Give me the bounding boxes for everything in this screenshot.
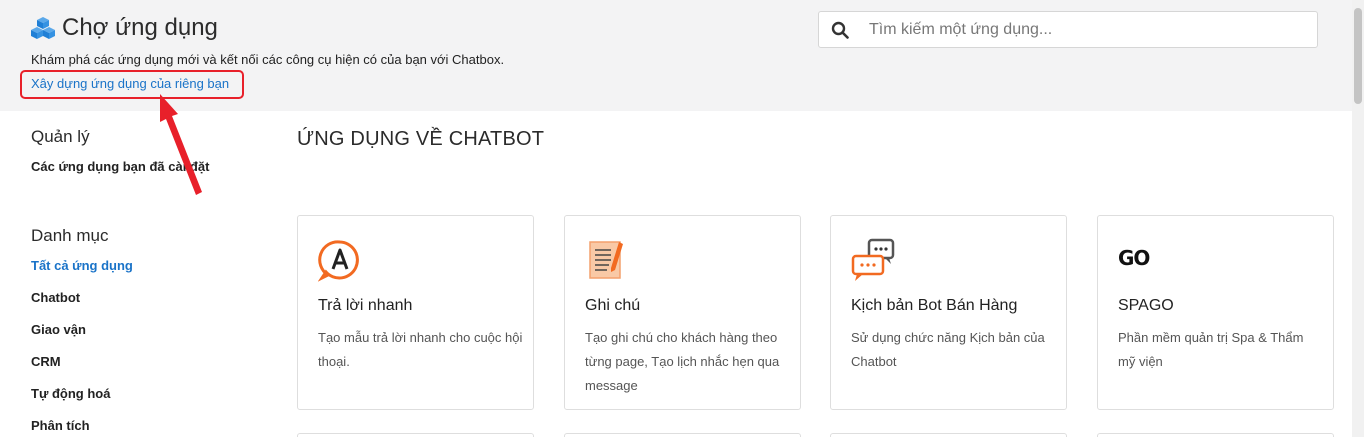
app-name: SPAGO: [1118, 297, 1174, 314]
spago-logo-text: GO: [1118, 246, 1150, 270]
scrollbar[interactable]: [1352, 0, 1364, 437]
manage-heading: Quản lý: [31, 127, 90, 146]
search-icon: [831, 21, 849, 39]
sidebar-item-crm[interactable]: CRM: [31, 354, 61, 369]
app-description: Sử dụng chức năng Kịch bản của Chatbot: [851, 330, 1045, 369]
note-icon: [585, 238, 629, 282]
app-card-quick-reply[interactable]: Trả lời nhanh Tạo mẫu trả lời nhanh cho …: [297, 215, 534, 410]
sidebar-item-chatbot[interactable]: Chatbot: [31, 290, 80, 305]
search-box[interactable]: [818, 11, 1318, 48]
section-title: ỨNG DỤNG VỀ CHATBOT: [297, 128, 545, 150]
page-subtitle: Khám phá các ứng dụng mới và kết nối các…: [31, 52, 505, 67]
category-heading: Danh mục: [31, 226, 109, 245]
app-card-notes[interactable]: Ghi chú Tạo ghi chú cho khách hàng theo …: [564, 215, 801, 410]
app-description: Tạo ghi chú cho khách hàng theo từng pag…: [585, 330, 780, 393]
sidebar-item-all-apps[interactable]: Tất cả ứng dụng: [31, 258, 133, 273]
app-card-spago[interactable]: GO SPAGO Phần mềm quản trị Spa & Thẩm mỹ…: [1097, 215, 1334, 410]
scrollbar-thumb[interactable]: [1354, 8, 1362, 104]
title-row: Chợ ứng dụng: [31, 14, 218, 42]
app-card[interactable]: [564, 433, 801, 437]
quick-reply-icon: [317, 238, 362, 282]
app-name: Kịch bản Bot Bán Hàng: [851, 297, 1018, 314]
app-card[interactable]: [1097, 433, 1334, 437]
app-description: Phần mềm quản trị Spa & Thẩm mỹ viện: [1118, 330, 1304, 369]
sidebar-item-analytics[interactable]: Phân tích: [31, 418, 90, 433]
app-card[interactable]: [830, 433, 1067, 437]
app-card[interactable]: [297, 433, 534, 437]
app-card-sales-bot-script[interactable]: Kịch bản Bot Bán Hàng Sử dụng chức năng …: [830, 215, 1067, 410]
build-own-app-link[interactable]: Xây dựng ứng dụng của riêng bạn: [31, 76, 229, 91]
sidebar-item-automation[interactable]: Tự động hoá: [31, 386, 110, 401]
app-name: Trả lời nhanh: [318, 297, 413, 314]
chat-bubbles-icon: [851, 238, 895, 282]
app-description: Tạo mẫu trả lời nhanh cho cuộc hội thoại…: [318, 330, 523, 369]
sidebar-item-logistics[interactable]: Giao vận: [31, 322, 86, 337]
page-title: Chợ ứng dụng: [62, 14, 218, 41]
annotation-arrow: [160, 94, 202, 195]
search-input[interactable]: [869, 20, 1289, 39]
app-name: Ghi chú: [585, 297, 641, 314]
cubes-icon: [31, 16, 55, 40]
spago-logo-icon: GO: [1118, 246, 1162, 290]
